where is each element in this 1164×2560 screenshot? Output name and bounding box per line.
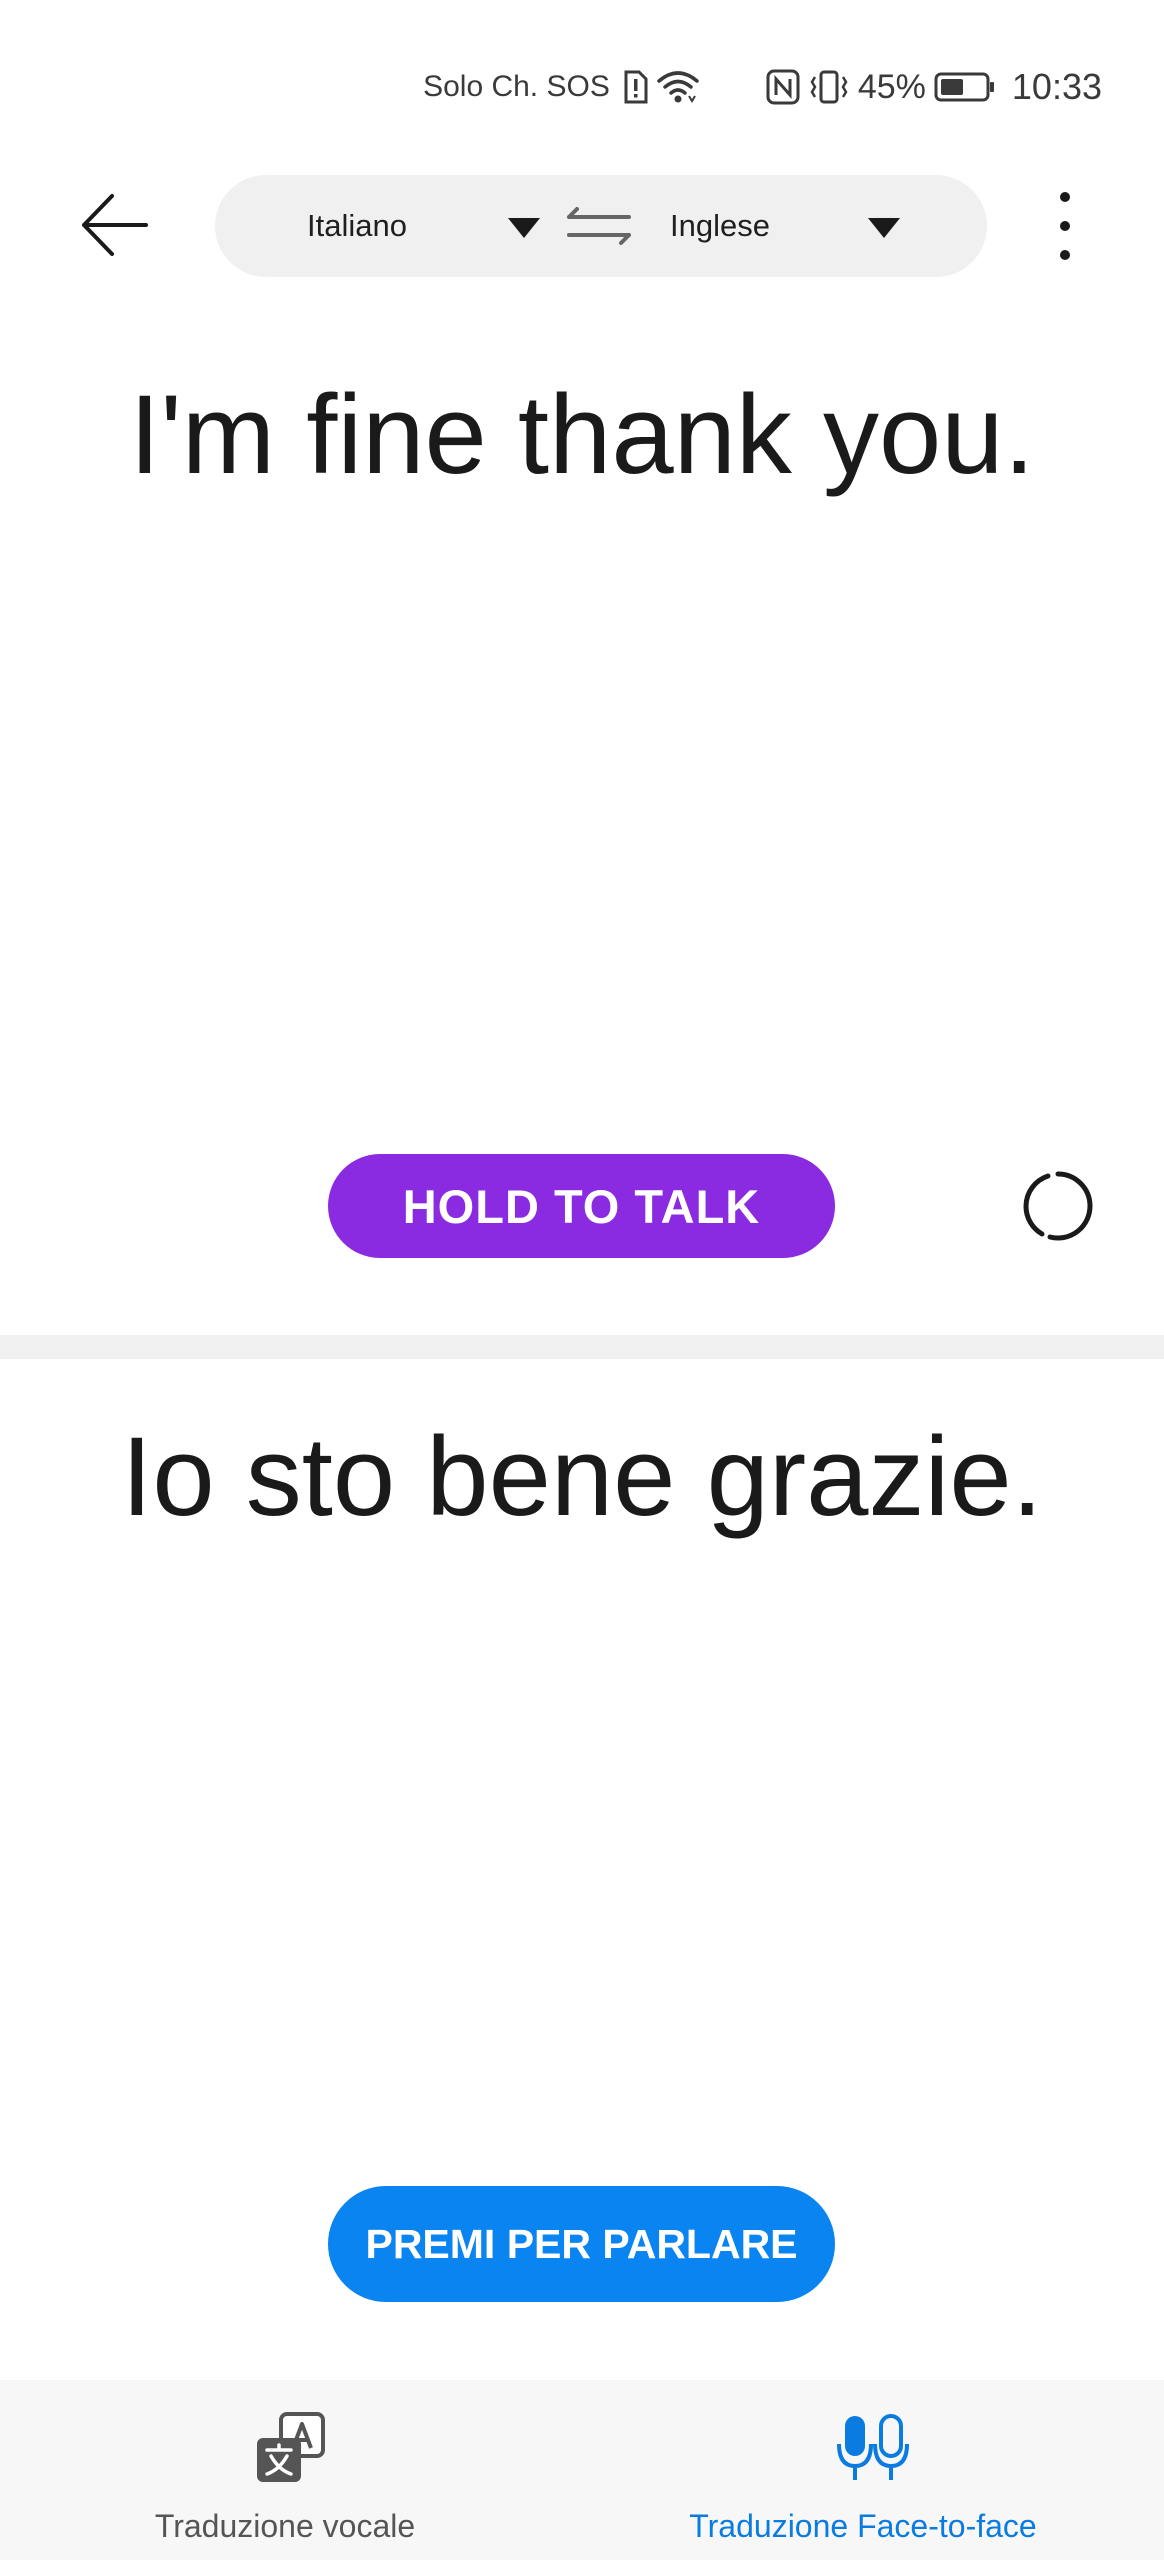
caret-down-icon <box>508 218 540 238</box>
swap-languages-button[interactable] <box>565 201 635 251</box>
nav-voice-translation-label: Traduzione vocale <box>154 2508 416 2544</box>
rotate-icon <box>1023 1171 1093 1241</box>
language-selector-bar: Italiano Inglese <box>215 175 987 277</box>
source-language-label: Italiano <box>307 208 407 243</box>
clock: 10:33 <box>1011 66 1102 107</box>
hold-to-talk-button[interactable]: HOLD TO TALK <box>328 1154 835 1258</box>
rotate-screen-button[interactable] <box>1020 1168 1096 1244</box>
nfc-icon <box>766 69 800 105</box>
wifi-icon <box>656 69 700 105</box>
press-to-talk-button[interactable]: PREMI PER PARLARE <box>328 2186 835 2302</box>
status-indicators: Solo Ch. SOS 45% 10:33 <box>423 62 1102 112</box>
dual-mic-icon <box>837 2414 909 2480</box>
more-options-button[interactable] <box>1040 186 1090 266</box>
app-screen: Solo Ch. SOS 45% 10:33 Italiano Inglese … <box>0 0 1164 2560</box>
battery-percent: 45% <box>857 67 926 106</box>
nav-face-to-face-translation[interactable]: Traduzione Face-to-face <box>582 2380 1164 2560</box>
status-bar: Solo Ch. SOS 45% 10:33 <box>0 0 1164 172</box>
press-to-talk-label: PREMI PER PARLARE <box>365 2220 798 2267</box>
battery-icon <box>934 71 996 103</box>
panel-divider <box>0 1335 1164 1359</box>
sim-alert-icon <box>622 70 648 104</box>
hold-to-talk-label: HOLD TO TALK <box>402 1179 761 1233</box>
back-arrow-icon <box>82 194 148 256</box>
vibrate-icon <box>808 69 850 105</box>
carrier-label: Solo Ch. SOS <box>423 70 610 103</box>
lower-translation-text: Io sto bene grazie. <box>121 1414 1043 1539</box>
target-language-label: Inglese <box>670 208 770 243</box>
caret-down-icon <box>868 218 900 238</box>
target-language-dropdown[interactable]: Inglese <box>628 175 958 277</box>
more-vert-icon <box>1060 192 1070 202</box>
bottom-navigation: Traduzione vocale Traduzione Face-to-fac… <box>0 2380 1164 2560</box>
nav-voice-translation[interactable]: Traduzione vocale <box>0 2380 582 2560</box>
source-language-dropdown[interactable]: Italiano <box>255 175 575 277</box>
nav-face-to-face-label: Traduzione Face-to-face <box>689 2508 1037 2544</box>
translate-icon <box>257 2412 325 2482</box>
swap-arrows-icon <box>567 207 631 245</box>
back-button[interactable] <box>70 180 160 270</box>
upper-translation-text: I'm fine thank you. <box>129 372 1035 497</box>
